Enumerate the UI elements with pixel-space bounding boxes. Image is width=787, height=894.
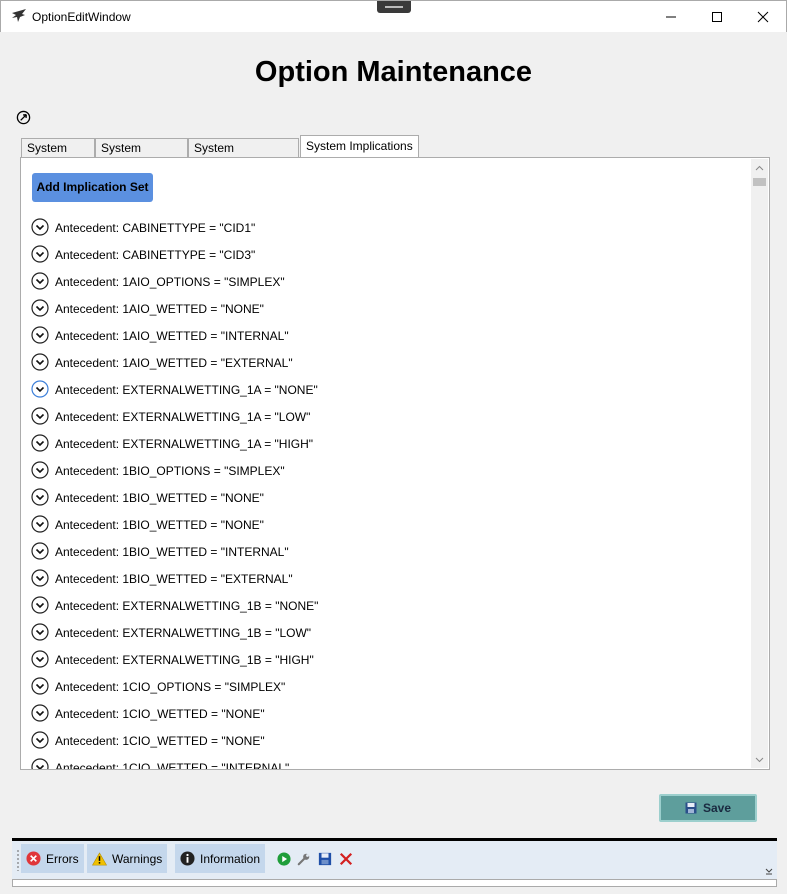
vertical-scrollbar[interactable]: [751, 159, 768, 768]
antecedent-label: Antecedent: 1CIO_WETTED = "INTERNAL": [55, 761, 290, 770]
minimize-button[interactable]: [648, 1, 694, 32]
wrench-icon[interactable]: [297, 852, 311, 866]
antecedent-label: Antecedent: 1AIO_WETTED = "EXTERNAL": [55, 356, 293, 370]
save-button[interactable]: Save: [659, 794, 757, 822]
expand-chevron-icon[interactable]: [31, 542, 49, 560]
antecedent-label: Antecedent: EXTERNALWETTING_1B = "LOW": [55, 626, 312, 640]
warnings-label: Warnings: [112, 851, 163, 866]
expand-chevron-icon[interactable]: [31, 218, 49, 236]
expand-chevron-icon[interactable]: [31, 677, 49, 695]
scroll-up-button[interactable]: [751, 159, 768, 176]
expand-chevron-icon[interactable]: [31, 488, 49, 506]
title-grip-handle[interactable]: [377, 1, 411, 13]
floppy-disk-icon: [685, 802, 697, 814]
antecedent-label: Antecedent: 1CIO_OPTIONS = "SIMPLEX": [55, 680, 286, 694]
antecedent-label: Antecedent: 1BIO_WETTED = "NONE": [55, 518, 264, 532]
warnings-button[interactable]: Warnings: [87, 844, 168, 873]
page-title: Option Maintenance: [254, 56, 533, 88]
delete-icon[interactable]: [339, 852, 353, 866]
antecedent-label: Antecedent: EXTERNALWETTING_1B = "NONE": [55, 599, 319, 613]
tab-system-info[interactable]: System Info: [21, 138, 95, 174]
expand-chevron-icon[interactable]: [31, 461, 49, 479]
antecedent-label: Antecedent: 1BIO_WETTED = "EXTERNAL": [55, 572, 293, 586]
maximize-button[interactable]: [694, 1, 740, 32]
status-bar: Errors Warnings Information: [12, 841, 777, 879]
scroll-down-button[interactable]: [751, 751, 768, 768]
errors-button[interactable]: Errors: [21, 844, 84, 873]
error-icon: [26, 851, 41, 866]
antecedent-label: Antecedent: CABINETTYPE = "CID1": [55, 221, 256, 235]
tab-system-options[interactable]: System Options: [95, 138, 188, 174]
errors-label: Errors: [46, 851, 79, 866]
antecedent-label: Antecedent: 1CIO_WETTED = "NONE": [55, 734, 265, 748]
expand-chevron-icon[interactable]: [31, 731, 49, 749]
expand-chevron-icon[interactable]: [31, 353, 49, 371]
close-icon: [757, 11, 769, 22]
expand-chevron-icon[interactable]: [31, 407, 49, 425]
expand-chevron-icon[interactable]: [31, 434, 49, 452]
antecedent-label: Antecedent: 1AIO_OPTIONS = "SIMPLEX": [55, 275, 285, 289]
tab-system-implications[interactable]: System Implications: [300, 135, 419, 158]
expand-chevron-icon[interactable]: [31, 272, 49, 290]
expand-chevron-icon[interactable]: [31, 704, 49, 722]
add-implication-set-button[interactable]: Add Implication Set: [32, 173, 153, 202]
information-button[interactable]: Information: [175, 844, 266, 873]
information-label: Information: [200, 851, 261, 866]
expand-chevron-icon[interactable]: [31, 623, 49, 641]
info-icon: [180, 851, 195, 866]
close-button[interactable]: [740, 1, 786, 32]
app-logo-icon: [12, 9, 26, 22]
implications-panel: Add Implication Set Antecedent: CABINETT…: [20, 157, 770, 770]
antecedent-label: Antecedent: 1AIO_WETTED = "INTERNAL": [55, 329, 289, 343]
toolbar-grip[interactable]: [17, 849, 19, 871]
minimize-icon: [666, 16, 676, 17]
chevron-down-icon: [755, 757, 764, 762]
antecedent-label: Antecedent: 1BIO_WETTED = "INTERNAL": [55, 545, 289, 559]
scroll-thumb[interactable]: [753, 178, 766, 186]
expand-chevron-icon[interactable]: [31, 299, 49, 317]
expand-chevron-icon[interactable]: [31, 650, 49, 668]
run-icon[interactable]: [277, 852, 291, 866]
antecedent-label: Antecedent: 1CIO_WETTED = "NONE": [55, 707, 265, 721]
tab-label: System Implications: [306, 139, 413, 153]
antecedent-label: Antecedent: EXTERNALWETTING_1A = "HIGH": [55, 437, 314, 451]
tab-system-validations[interactable]: System Validations: [188, 138, 299, 174]
antecedent-label: Antecedent: EXTERNALWETTING_1A = "NONE": [55, 383, 318, 397]
expand-chevron-icon[interactable]: [31, 596, 49, 614]
antecedent-label: Antecedent: EXTERNALWETTING_1B = "HIGH": [55, 653, 314, 667]
expand-chevron-icon[interactable]: [31, 515, 49, 533]
bottom-strip: [12, 879, 777, 887]
antecedent-label: Antecedent: EXTERNALWETTING_1A = "LOW": [55, 410, 311, 424]
antecedent-label: Antecedent: CABINETTYPE = "CID3": [55, 248, 256, 262]
expand-chevron-icon[interactable]: [31, 326, 49, 344]
overflow-chevron-icon[interactable]: [765, 867, 773, 875]
save-icon[interactable]: [318, 852, 332, 866]
antecedent-label: Antecedent: 1AIO_WETTED = "NONE": [55, 302, 264, 316]
chevron-up-icon: [755, 165, 764, 170]
warning-icon: [92, 851, 107, 865]
maximize-icon: [712, 11, 722, 22]
expand-chevron-icon[interactable]: [31, 380, 49, 398]
expand-chevron-icon[interactable]: [31, 569, 49, 587]
title-bar: OptionEditWindow: [0, 0, 787, 32]
antecedent-label: Antecedent: 1BIO_OPTIONS = "SIMPLEX": [55, 464, 285, 478]
save-button-label: Save: [702, 801, 732, 815]
refresh-icon[interactable]: [16, 110, 31, 125]
antecedent-label: Antecedent: 1BIO_WETTED = "NONE": [55, 491, 264, 505]
expand-chevron-icon[interactable]: [31, 758, 49, 770]
expand-chevron-icon[interactable]: [31, 245, 49, 263]
window-title: OptionEditWindow: [32, 10, 131, 24]
